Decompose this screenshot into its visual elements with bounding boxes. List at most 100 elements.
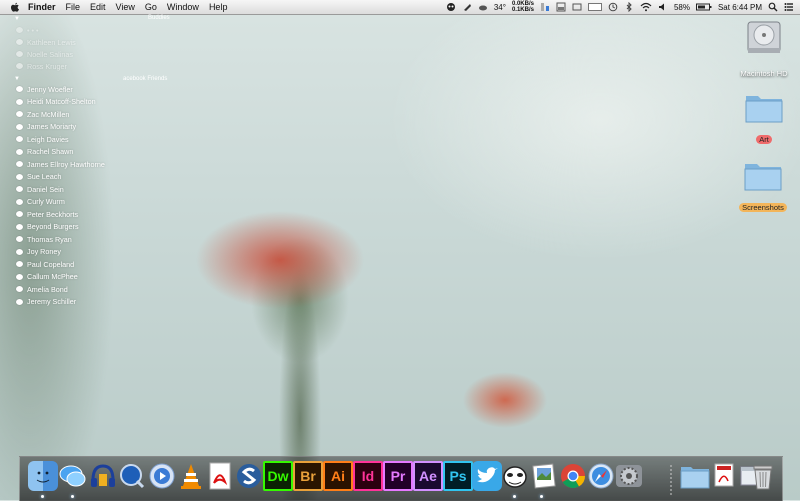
headphones-icon [91, 464, 115, 487]
desktop-item-art-folder[interactable]: Art [733, 90, 795, 147]
group-collapse-icon[interactable]: ▼ [14, 16, 20, 22]
wifi-icon[interactable] [640, 2, 652, 12]
menu-go[interactable]: Go [145, 2, 157, 12]
buddy-row[interactable]: Rachel Shawn [16, 146, 73, 158]
buddy-row[interactable]: Joy Roney [16, 246, 61, 258]
group-collapse-icon[interactable]: ▼ [14, 76, 20, 82]
buddy-row[interactable]: Jeremy Schiller [16, 296, 76, 308]
battery-icon[interactable] [695, 2, 712, 12]
disk-meter-icon[interactable] [572, 2, 582, 12]
buddy-row[interactable]: James Moriarty [16, 121, 76, 133]
chat-bubble-icon [16, 273, 23, 280]
buddy-row[interactable]: Noelle Salinas [16, 48, 73, 60]
menu-app-finder[interactable]: Finder [28, 2, 56, 12]
acrobat-icon[interactable] [205, 461, 235, 491]
chat-bubble-icon [16, 298, 23, 305]
network-monitor[interactable]: 0.0KB/s 0.1KB/s [512, 1, 534, 13]
alien-face-icon [503, 466, 527, 488]
chat-bubble-icon [16, 98, 23, 105]
buddy-name: Jeremy Schiller [27, 297, 77, 306]
chat-bubble-icon [16, 86, 23, 92]
documents-stack-icon[interactable] [710, 461, 740, 491]
after-effects-icon[interactable]: Ae [413, 461, 443, 491]
clock[interactable]: Sat 6:44 PM [718, 3, 762, 12]
applications-folder-icon[interactable] [680, 461, 710, 491]
volume-icon[interactable] [658, 2, 668, 12]
pdf-document-icon [209, 462, 231, 490]
buddy-row[interactable]: Leigh Davies [16, 133, 69, 145]
buddy-row[interactable]: Peter Beckhorts [16, 208, 78, 220]
buddy-row[interactable]: Curly Wurm [16, 196, 65, 208]
spotlight-search-icon[interactable] [768, 2, 778, 12]
buddy-row[interactable]: Daniel Sein [16, 183, 64, 195]
buddy-row[interactable]: Jenny Woefler [16, 83, 73, 95]
buddy-name: Beyond Burgers [27, 222, 79, 231]
buddy-row[interactable]: Kathleen Lewis [16, 36, 76, 48]
buddy-name: Joy Roney [27, 247, 61, 256]
premiere-icon[interactable]: Pr [383, 461, 413, 491]
safari-icon[interactable] [586, 461, 616, 491]
buddy-row[interactable]: Zac McMillen [16, 108, 69, 120]
menu-help[interactable]: Help [209, 2, 228, 12]
menu-window[interactable]: Window [167, 2, 199, 12]
cpu-meter-icon[interactable] [540, 2, 550, 12]
buddy-name: Sue Leach [27, 172, 62, 181]
audio-app-icon[interactable] [88, 461, 118, 491]
alien-app-icon[interactable] [500, 461, 530, 491]
itunes-icon[interactable] [147, 461, 177, 491]
vlc-icon[interactable] [176, 461, 206, 491]
finder-icon[interactable] [28, 461, 58, 491]
s-app-icon[interactable] [234, 461, 264, 491]
menu-bar: Finder File Edit View Go Window Help 34°… [0, 0, 800, 15]
messages-icon[interactable] [58, 461, 88, 491]
chrome-icon[interactable] [558, 461, 588, 491]
quicktime-q-icon [120, 464, 145, 489]
buddy-row[interactable]: Heidi Matcoff-Shelton [16, 96, 96, 108]
dreamweaver-icon[interactable]: Dw [263, 461, 293, 491]
menu-view[interactable]: View [116, 2, 135, 12]
bluetooth-icon[interactable] [624, 2, 634, 12]
buddy-row[interactable]: Amelia Bond [16, 283, 68, 295]
chat-bubble-icon [16, 123, 23, 130]
trash-icon[interactable] [748, 461, 778, 491]
alien-status-icon[interactable] [446, 2, 456, 12]
running-indicator [71, 495, 74, 498]
time-machine-icon[interactable] [608, 2, 618, 12]
buddy-row[interactable]: Thomas Ryan [16, 233, 72, 245]
app-abbrev: Br [300, 468, 316, 484]
buddy-row[interactable]: Callum McPhee [16, 271, 78, 283]
twitter-icon[interactable] [472, 461, 502, 491]
illustrator-icon[interactable]: Ai [323, 461, 353, 491]
buddy-row[interactable]: Beyond Burgers [16, 221, 79, 233]
buddy-row[interactable]: James Ellroy Hawthorne [16, 158, 105, 170]
net-down: 0.1KB/s [511, 7, 534, 13]
preview-icon[interactable] [529, 461, 559, 491]
buddy-name: James Ellroy Hawthorne [27, 159, 105, 169]
indesign-icon[interactable]: Id [353, 461, 383, 491]
buddy-row[interactable]: Sue Leach [16, 171, 61, 183]
compass-icon [588, 463, 614, 489]
chat-bubble-icon [16, 111, 23, 117]
quicktime-icon[interactable] [117, 461, 147, 491]
finder-face-icon [36, 471, 50, 483]
buddy-row[interactable]: • • • [16, 24, 39, 36]
bridge-icon[interactable]: Br [293, 461, 323, 491]
eject-tag-icon[interactable] [462, 2, 472, 12]
buddy-row[interactable]: Ross Kruger [16, 60, 67, 72]
chat-bubble-icon [16, 161, 23, 167]
desktop-item-screenshots-folder[interactable]: Screenshots [726, 158, 800, 215]
desktop-label: Macintosh HD [740, 69, 788, 78]
temperature[interactable]: 34° [494, 3, 506, 12]
progress-box-icon[interactable] [587, 2, 602, 12]
battery-percent[interactable]: 58% [674, 3, 690, 12]
desktop-item-macintosh-hd[interactable]: Macintosh HD [733, 18, 795, 81]
menu-edit[interactable]: Edit [90, 2, 106, 12]
buddy-row[interactable]: Paul Copeland [16, 258, 74, 270]
apple-icon[interactable] [10, 2, 20, 12]
menu-file[interactable]: File [66, 2, 81, 12]
memory-meter-icon[interactable] [556, 2, 566, 12]
notification-center-icon[interactable] [784, 2, 794, 12]
system-preferences-icon[interactable] [614, 461, 644, 491]
photoshop-icon[interactable]: Ps [443, 461, 473, 491]
weather-cloud-icon[interactable] [478, 2, 488, 12]
